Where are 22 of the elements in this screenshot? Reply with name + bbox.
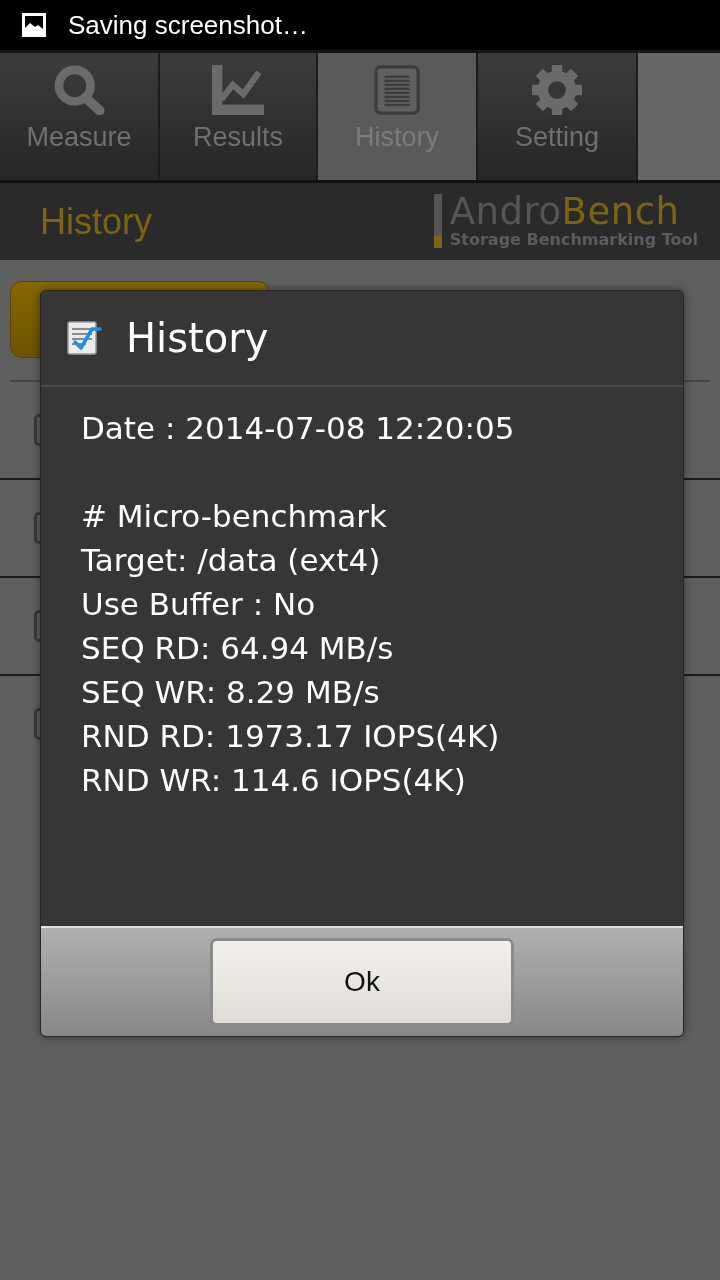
detail-text: RND RD: 1973.17 IOPS(4K)	[81, 717, 501, 756]
detail-text: Use Buffer : No	[81, 585, 317, 624]
search-icon	[52, 65, 106, 115]
logo-bar-icon	[433, 193, 442, 248]
page-title: History	[40, 200, 152, 243]
dialog-title: History	[126, 315, 269, 361]
detail-text: SEQ WR: 8.29 MB/s	[81, 673, 381, 712]
status-text: Saving screenshot…	[68, 9, 308, 41]
tab[interactable]: Measure	[0, 53, 160, 180]
tab[interactable]: Setting	[478, 53, 638, 180]
detail-text: # Micro-benchmark	[81, 497, 388, 536]
detail-text: RND WR: 114.6 IOPS(4K)	[81, 761, 467, 800]
line-chart-icon	[211, 65, 265, 115]
detail-text: Target: /data (ext4)	[81, 541, 382, 580]
detail-text: SEQ RD: 64.94 MB/s	[81, 629, 395, 668]
checklist-icon	[66, 320, 102, 356]
tab[interactable]: Results	[160, 53, 318, 180]
detail-text: Date : 2014-07-08 12:20:05	[81, 409, 516, 448]
document-icon	[373, 65, 421, 115]
ok-button[interactable]: Ok	[210, 938, 514, 1026]
gear-icon	[532, 65, 582, 115]
image-icon	[22, 13, 46, 37]
